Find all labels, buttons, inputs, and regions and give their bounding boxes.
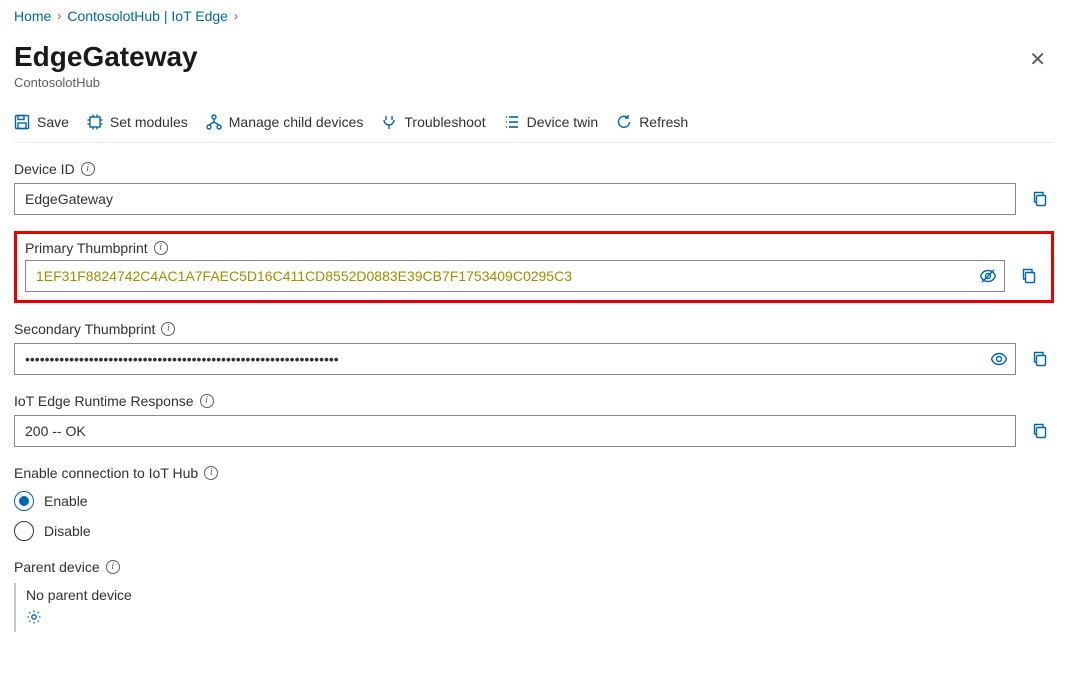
copy-icon (1032, 191, 1048, 207)
disable-radio[interactable]: Disable (14, 521, 1054, 541)
refresh-icon (616, 114, 632, 130)
info-icon[interactable]: i (81, 162, 95, 176)
save-label: Save (37, 114, 69, 130)
eye-off-icon (979, 267, 997, 285)
copy-icon (1021, 268, 1037, 284)
disable-radio-label: Disable (44, 523, 91, 539)
copy-icon (1032, 351, 1048, 367)
manage-children-button[interactable]: Manage child devices (206, 114, 364, 130)
save-icon (14, 114, 30, 130)
refresh-label: Refresh (639, 114, 688, 130)
primary-thumbprint-label: Primary Thumbprint (25, 240, 148, 256)
breadcrumb-hub[interactable]: ContosolotHub | IoT Edge (67, 8, 228, 24)
copy-primary-thumbprint-button[interactable] (1015, 262, 1043, 290)
toolbar: Save Set modules Manage child devices Tr… (14, 108, 1054, 143)
device-id-input[interactable] (14, 183, 1016, 215)
copy-runtime-button[interactable] (1026, 417, 1054, 445)
troubleshoot-label: Troubleshoot (404, 114, 485, 130)
copy-icon (1032, 423, 1048, 439)
manage-children-label: Manage child devices (229, 114, 364, 130)
info-icon[interactable]: i (154, 241, 168, 255)
show-secondary-thumbprint-button[interactable] (990, 350, 1008, 368)
gear-icon (26, 609, 42, 625)
modules-icon (87, 114, 103, 130)
enable-connection-label: Enable connection to IoT Hub (14, 465, 198, 481)
runtime-response-input[interactable] (14, 415, 1016, 447)
refresh-button[interactable]: Refresh (616, 114, 688, 130)
set-modules-label: Set modules (110, 114, 188, 130)
hide-primary-thumbprint-button[interactable] (979, 267, 997, 285)
eye-icon (990, 350, 1008, 368)
breadcrumb-home[interactable]: Home (14, 8, 51, 24)
hierarchy-icon (206, 114, 222, 130)
secondary-thumbprint-input[interactable] (14, 343, 1016, 375)
radio-icon (14, 491, 34, 511)
secondary-thumbprint-label: Secondary Thumbprint (14, 321, 155, 337)
enable-radio[interactable]: Enable (14, 491, 1054, 511)
page-title: EdgeGateway (14, 42, 198, 73)
troubleshoot-button[interactable]: Troubleshoot (381, 114, 485, 130)
info-icon[interactable]: i (204, 466, 218, 480)
configure-parent-button[interactable] (26, 609, 1054, 628)
set-modules-button[interactable]: Set modules (87, 114, 188, 130)
copy-secondary-thumbprint-button[interactable] (1026, 345, 1054, 373)
primary-thumbprint-input[interactable] (25, 260, 1005, 292)
runtime-response-label: IoT Edge Runtime Response (14, 393, 194, 409)
parent-device-label: Parent device (14, 559, 100, 575)
device-twin-label: Device twin (527, 114, 599, 130)
info-icon[interactable]: i (200, 394, 214, 408)
troubleshoot-icon (381, 114, 397, 130)
breadcrumb-sep-icon: › (234, 9, 238, 23)
enable-radio-label: Enable (44, 493, 88, 509)
list-icon (504, 114, 520, 130)
device-id-label: Device ID (14, 161, 75, 177)
copy-device-id-button[interactable] (1026, 185, 1054, 213)
breadcrumb: Home › ContosolotHub | IoT Edge › (14, 8, 1054, 24)
breadcrumb-sep-icon: › (57, 9, 61, 23)
device-twin-button[interactable]: Device twin (504, 114, 599, 130)
info-icon[interactable]: i (106, 560, 120, 574)
page-subtitle: ContosolotHub (14, 75, 198, 90)
info-icon[interactable]: i (161, 322, 175, 336)
primary-thumbprint-section: Primary Thumbprint i (14, 231, 1054, 303)
save-button[interactable]: Save (14, 114, 69, 130)
close-button[interactable]: ✕ (1021, 46, 1054, 74)
radio-icon (14, 521, 34, 541)
parent-device-value: No parent device (26, 587, 1054, 603)
